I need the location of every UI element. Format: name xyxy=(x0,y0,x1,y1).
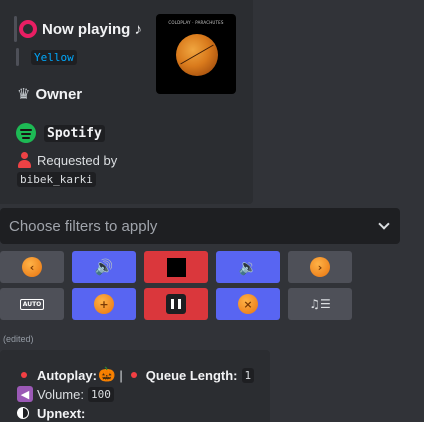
now-playing-title: Now playing ♪ xyxy=(42,20,143,38)
volume-value: 100 xyxy=(87,386,114,402)
requester-name: bibek_karki xyxy=(17,172,96,187)
upnext-row: Upnext: xyxy=(17,404,85,422)
auto-icon: AUTO xyxy=(19,298,45,310)
song-title[interactable]: Yellow xyxy=(31,50,77,65)
now-playing-header: Now playing ♪ xyxy=(14,16,142,42)
volume-label: Volume: xyxy=(37,386,84,402)
spotify-icon xyxy=(16,123,36,143)
speaker-low-icon: 🔉 xyxy=(238,258,258,276)
autoplay-button[interactable]: AUTO xyxy=(0,288,64,320)
owner-row: ♛ Owner xyxy=(17,84,82,104)
queue-lines-icon: ♫☰ xyxy=(309,297,331,311)
pause-button[interactable] xyxy=(144,288,208,320)
requested-label: Requested by xyxy=(37,152,118,168)
volume-row: ◀ Volume: 100 xyxy=(17,385,114,403)
orange-cross-icon: + xyxy=(94,294,114,314)
autoplay-label: Autoplay: xyxy=(37,367,97,383)
song-quote-bar xyxy=(16,48,19,66)
red-dot-icon xyxy=(130,372,137,378)
orange-back-icon: ‹ xyxy=(22,257,42,277)
speaker-icon: ◀ xyxy=(17,386,33,402)
pause-icon xyxy=(166,294,186,314)
crown-icon: ♛ xyxy=(17,85,31,103)
volume-down-button[interactable]: 🔉 xyxy=(216,251,280,283)
separator: | xyxy=(119,367,123,383)
queue-length-label: Queue Length: xyxy=(145,367,238,383)
edited-label: (edited) xyxy=(3,334,34,344)
record-icon xyxy=(19,20,37,38)
previous-button[interactable]: ‹ xyxy=(0,251,64,283)
skip-button[interactable]: › xyxy=(288,251,352,283)
autoplay-status-row: Autoplay: 🎃 | Queue Length: 1 xyxy=(21,366,255,384)
red-dot-icon xyxy=(21,372,27,378)
person-icon xyxy=(17,152,32,168)
half-moon-icon xyxy=(17,407,29,419)
orange-x-icon: × xyxy=(238,294,258,314)
owner-label: Owner xyxy=(35,85,83,103)
shuffle-button[interactable]: + xyxy=(72,288,136,320)
upnext-label: Upnext: xyxy=(37,405,86,421)
stop-icon xyxy=(166,257,186,277)
autoplay-status-icon: 🎃 xyxy=(97,367,116,383)
album-cover-text: COLDPLAY · PARACHUTES xyxy=(168,20,224,25)
orange-forward-icon: › xyxy=(310,257,330,277)
source-label: Spotify xyxy=(44,124,105,142)
requested-row: Requested by xyxy=(17,150,117,170)
clear-button[interactable]: × xyxy=(216,288,280,320)
filter-select[interactable]: Choose filters to apply xyxy=(0,208,400,244)
volume-up-button[interactable]: 🔊 xyxy=(72,251,136,283)
stop-button[interactable] xyxy=(144,251,208,283)
album-cover[interactable]: COLDPLAY · PARACHUTES xyxy=(156,14,236,94)
chevron-down-icon xyxy=(378,218,390,230)
queue-length-value: 1 xyxy=(241,367,255,383)
speaker-loud-icon: 🔊 xyxy=(94,258,114,276)
source-row: Spotify xyxy=(16,122,105,144)
queue-button[interactable]: ♫☰ xyxy=(288,288,352,320)
filter-select-placeholder: Choose filters to apply xyxy=(9,217,158,235)
